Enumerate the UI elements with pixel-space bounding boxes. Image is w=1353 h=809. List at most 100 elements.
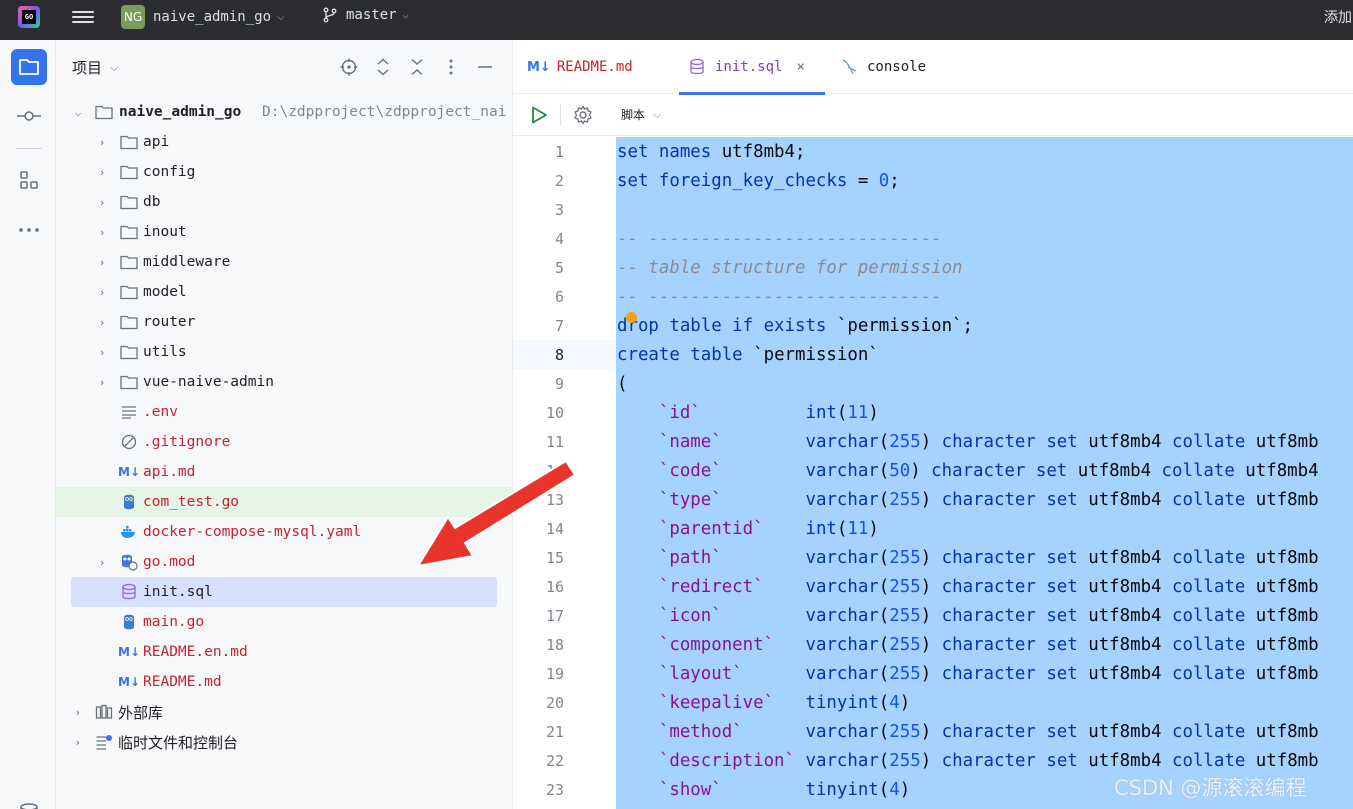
- chevron-right-icon[interactable]: ›: [96, 376, 108, 389]
- code-line-9: (: [617, 374, 628, 394]
- tree-item-api[interactable]: › api: [56, 127, 512, 157]
- add-config-label[interactable]: 添加: [1324, 7, 1352, 27]
- tree-item-middleware[interactable]: › middleware: [56, 247, 512, 277]
- tree-item-scratches[interactable]: › 临时文件和控制台: [56, 727, 512, 757]
- collapse-all-icon[interactable]: [407, 57, 427, 77]
- scratches-label: 临时文件和控制台: [118, 733, 239, 752]
- project-switcher[interactable]: NG naive_admin_go ⌵: [121, 5, 285, 29]
- app-logo-text: GO: [22, 10, 36, 24]
- expand-all-icon[interactable]: [373, 57, 393, 77]
- markdown-icon: M↓: [118, 645, 140, 659]
- code-line-8: create table `permission`: [617, 345, 879, 365]
- tree-item-label: db: [143, 194, 161, 210]
- main-menu-icon[interactable]: [72, 8, 94, 28]
- tree-root[interactable]: ⌵ naive_admin_go D:\zdpproject\zdpprojec…: [56, 97, 512, 127]
- code-line-7: drop table if exists `permission`;: [617, 316, 973, 336]
- text-file-icon: [120, 403, 138, 421]
- tree-item-main-go[interactable]: main.go: [56, 607, 512, 637]
- intention-bulb-icon[interactable]: [626, 312, 637, 323]
- chevron-right-icon[interactable]: ›: [96, 226, 108, 239]
- tree-item-go-mod[interactable]: › go.mod: [56, 547, 512, 577]
- tree-item-label: init.sql: [143, 584, 213, 600]
- folder-icon: [120, 343, 138, 361]
- project-icon[interactable]: [11, 49, 47, 85]
- chevron-right-icon[interactable]: ›: [96, 556, 108, 569]
- hide-icon[interactable]: [475, 57, 495, 77]
- tree-item-label: README.en.md: [143, 644, 248, 660]
- line-number: 13: [545, 491, 564, 509]
- chevron-right-icon[interactable]: ›: [96, 196, 108, 209]
- tree-item-env[interactable]: .env: [56, 397, 512, 427]
- chevron-right-icon[interactable]: ›: [96, 346, 108, 359]
- tree-item-label: go.mod: [143, 554, 196, 570]
- chevron-right-icon[interactable]: ›: [72, 706, 84, 719]
- chevron-right-icon[interactable]: ›: [96, 136, 108, 149]
- root-name: naive_admin_go: [119, 104, 242, 120]
- tree-item-label: model: [143, 284, 187, 300]
- app-logo[interactable]: GO: [18, 6, 40, 28]
- tree-item-utils[interactable]: › utils: [56, 337, 512, 367]
- code-area[interactable]: 1 2 3 4 5 6 7 8 9 10 11 12 13 14 15 16 17 18 19 20 21 22 23 se…: [513, 137, 1353, 809]
- tree-item-vue-naive-admin[interactable]: › vue-naive-admin: [56, 367, 512, 397]
- chevron-right-icon[interactable]: ›: [96, 166, 108, 179]
- tree-item-label: router: [143, 314, 196, 330]
- tree-item-db[interactable]: › db: [56, 187, 512, 217]
- branch-name: master: [346, 7, 397, 23]
- line-number: 1: [554, 143, 564, 161]
- code-line-5: -- table structure for permission: [617, 258, 963, 278]
- line-number: 8: [554, 346, 564, 364]
- tree-item-init-sql[interactable]: init.sql: [71, 577, 497, 607]
- code-line-23: `show` tinyint(4): [658, 780, 911, 800]
- options-icon[interactable]: [441, 57, 461, 77]
- tree-item-gitignore[interactable]: .gitignore: [56, 427, 512, 457]
- code-line-14: `parentid` int(11): [658, 519, 879, 539]
- run-icon[interactable]: [529, 105, 549, 125]
- tab-console[interactable]: console: [841, 40, 926, 94]
- external-libs-label: 外部库: [118, 703, 164, 722]
- code-line-2: set foreign_key_checks = 0;: [617, 171, 900, 191]
- close-icon[interactable]: ×: [796, 59, 804, 75]
- tree-item-config[interactable]: › config: [56, 157, 512, 187]
- chevron-right-icon[interactable]: ›: [96, 286, 108, 299]
- go-mod-icon: [120, 553, 138, 571]
- branch-switcher[interactable]: master ⌵: [322, 7, 409, 23]
- tree-item-api-md[interactable]: M↓ api.md: [56, 457, 512, 487]
- tab-init-sql[interactable]: init.sql ×: [679, 40, 825, 95]
- tree-item-label: docker-compose-mysql.yaml: [143, 524, 362, 540]
- line-number: 3: [554, 201, 564, 219]
- title-bar: GO NG naive_admin_go ⌵ master ⌵ 添加: [0, 0, 1353, 40]
- tree-item-readme-md[interactable]: M↓ README.md: [56, 667, 512, 697]
- tree-item-inout[interactable]: › inout: [56, 217, 512, 247]
- line-number: 12: [545, 462, 564, 480]
- commit-icon[interactable]: [11, 98, 47, 134]
- markdown-icon: M↓: [118, 675, 140, 689]
- library-icon: [95, 703, 113, 721]
- tab-readme[interactable]: M↓ README.md: [527, 40, 633, 94]
- tree-item-external-libs[interactable]: › 外部库: [56, 697, 512, 727]
- project-view-selector[interactable]: 项目 ⌵: [72, 57, 118, 78]
- script-dropdown[interactable]: 脚本 ⌵: [621, 106, 661, 123]
- chevron-down-icon: ⌵: [653, 107, 662, 121]
- line-number: 6: [554, 288, 564, 306]
- code-line-6: -- ----------------------------: [617, 287, 942, 307]
- tree-item-router[interactable]: › router: [56, 307, 512, 337]
- tree-item-docker-compose-mysql-yaml[interactable]: docker-compose-mysql.yaml: [56, 517, 512, 547]
- tree-item-label: config: [143, 164, 196, 180]
- database-icon[interactable]: [11, 792, 47, 809]
- line-number: 10: [545, 404, 564, 422]
- tree-item-model[interactable]: › model: [56, 277, 512, 307]
- tree-item-readme-en-md[interactable]: M↓ README.en.md: [56, 637, 512, 667]
- structure-icon[interactable]: [11, 162, 47, 198]
- chevron-right-icon[interactable]: ›: [96, 256, 108, 269]
- chevron-right-icon[interactable]: ›: [96, 316, 108, 329]
- folder-icon: [120, 193, 138, 211]
- git-branch-icon: [323, 7, 337, 23]
- chevron-down-icon[interactable]: ⌵: [72, 106, 84, 119]
- more-icon[interactable]: [11, 212, 47, 248]
- chevron-right-icon[interactable]: ›: [72, 736, 84, 749]
- code-line-4: -- ----------------------------: [617, 229, 942, 249]
- line-number: 5: [554, 259, 564, 277]
- tree-item-com-test-go[interactable]: com_test.go: [56, 487, 512, 517]
- gear-icon[interactable]: [573, 105, 593, 125]
- locate-icon[interactable]: [339, 57, 359, 77]
